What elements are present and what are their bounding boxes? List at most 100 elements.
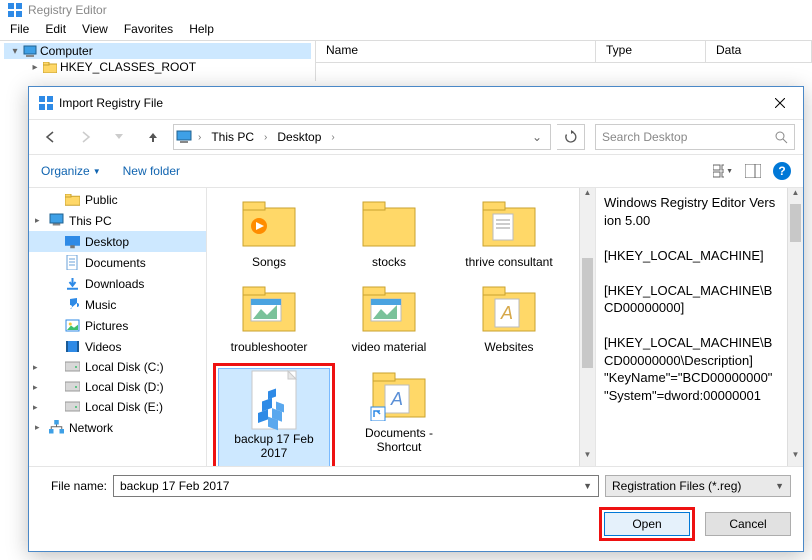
chevron-right-icon[interactable]: ▸ — [30, 62, 40, 73]
file-item[interactable]: thrive consultant — [453, 192, 565, 275]
refresh-button[interactable] — [557, 124, 585, 150]
preview-pane-button[interactable] — [743, 161, 763, 181]
folder-font-icon: A — [475, 281, 543, 337]
file-item[interactable]: troubleshooter — [213, 277, 325, 360]
crumb-this-pc[interactable]: This PC — [207, 130, 258, 144]
breadcrumb[interactable]: › This PC › Desktop › ⌄ — [173, 124, 551, 150]
pictures-icon — [65, 318, 80, 333]
chevron-right-icon[interactable]: ▸ — [35, 422, 40, 433]
view-options-button[interactable]: ▼ — [713, 161, 733, 181]
file-label: Songs — [252, 255, 286, 269]
nav-item-public[interactable]: Public — [29, 190, 206, 210]
tree-computer[interactable]: ▾ Computer — [4, 43, 311, 59]
close-button[interactable] — [763, 91, 797, 115]
documents-icon — [65, 255, 80, 270]
combo-dropdown-icon[interactable]: ▼ — [583, 481, 592, 491]
nav-item-network[interactable]: ▸Network — [29, 417, 206, 438]
file-label: backup 17 Feb 2017 — [221, 432, 327, 461]
file-list-scrollbar[interactable]: ▲ ▼ — [579, 188, 595, 466]
file-item[interactable]: Songs — [213, 192, 325, 275]
chevron-right-icon[interactable]: ▸ — [33, 382, 38, 393]
chevron-right-icon[interactable]: ▸ — [33, 402, 38, 413]
folder-pics-icon — [235, 281, 303, 337]
file-label: thrive consultant — [465, 255, 552, 269]
menu-view[interactable]: View — [82, 22, 108, 36]
menu-file[interactable]: File — [10, 22, 29, 36]
dialog-titlebar[interactable]: Import Registry File — [29, 87, 803, 119]
nav-item-pictures[interactable]: Pictures — [29, 315, 206, 336]
forward-button[interactable] — [71, 124, 99, 150]
chevron-right-icon[interactable]: › — [198, 132, 201, 143]
disk-icon — [65, 361, 80, 373]
nav-item-local-disk-c-[interactable]: ▸Local Disk (C:) — [29, 357, 206, 377]
file-item[interactable]: stocks — [333, 192, 445, 275]
preview-scrollbar[interactable]: ▲ ▼ — [787, 188, 803, 466]
file-label: Documents - Shortcut — [345, 426, 453, 455]
file-label: troubleshooter — [231, 340, 308, 354]
menu-edit[interactable]: Edit — [45, 22, 66, 36]
nav-item-this-pc[interactable]: ▸This PC — [29, 210, 206, 231]
nav-item-videos[interactable]: Videos — [29, 336, 206, 357]
up-button[interactable] — [139, 124, 167, 150]
chevron-right-icon[interactable]: › — [264, 132, 267, 143]
cancel-button[interactable]: Cancel — [705, 512, 791, 536]
preview-pane: Windows Registry Editor Version 5.00 [HK… — [595, 188, 803, 466]
help-button[interactable]: ? — [773, 162, 791, 180]
highlight-annotation: Open — [599, 507, 695, 541]
preview-text: Windows Registry Editor Version 5.00 [HK… — [604, 194, 795, 405]
dialog-bottom: File name: backup 17 Feb 2017 ▼ Registra… — [29, 467, 803, 551]
file-list[interactable]: ▲ ▼ Songs stocks thrive consultant troubles… — [207, 188, 595, 466]
new-folder-button[interactable]: New folder — [123, 164, 180, 178]
chevron-right-icon[interactable]: ▸ — [35, 215, 40, 226]
col-data[interactable]: Data — [706, 41, 812, 62]
breadcrumb-dropdown[interactable]: ⌄ — [526, 130, 548, 144]
nav-item-downloads[interactable]: Downloads — [29, 273, 206, 294]
file-item[interactable]: A Websites — [453, 277, 565, 360]
registry-editor-window: Registry Editor File Edit View Favorites… — [0, 0, 812, 81]
file-name-label: File name: — [41, 479, 107, 493]
regedit-small-icon — [39, 96, 53, 110]
combo-dropdown-icon[interactable]: ▼ — [775, 481, 784, 491]
folder-pics-icon — [355, 281, 423, 337]
tree-hkey-classes-root[interactable]: ▸ HKEY_CLASSES_ROOT — [4, 59, 311, 75]
col-type[interactable]: Type — [596, 41, 706, 62]
search-placeholder: Search Desktop — [602, 130, 687, 144]
file-type-combo[interactable]: Registration Files (*.reg) ▼ — [605, 475, 791, 497]
chevron-right-icon[interactable]: › — [331, 132, 334, 143]
regedit-icon — [8, 3, 22, 17]
pc-icon — [176, 130, 192, 144]
menu-help[interactable]: Help — [189, 22, 214, 36]
regedit-tree[interactable]: ▾ Computer ▸ HKEY_CLASSES_ROOT — [0, 41, 316, 81]
open-button[interactable]: Open — [604, 512, 690, 536]
folder-icon — [355, 196, 423, 252]
file-name-input[interactable]: backup 17 Feb 2017 ▼ — [113, 475, 599, 497]
regedit-menubar: File Edit View Favorites Help — [0, 20, 812, 41]
videos-icon — [65, 339, 80, 354]
import-dialog: Import Registry File › This PC › Desktop… — [28, 86, 804, 552]
menu-favorites[interactable]: Favorites — [124, 22, 173, 36]
nav-item-local-disk-e-[interactable]: ▸Local Disk (E:) — [29, 397, 206, 417]
file-label: video material — [352, 340, 427, 354]
chevron-down-icon[interactable]: ▾ — [10, 46, 20, 57]
file-item[interactable]: video material — [333, 277, 445, 360]
pc-icon — [49, 213, 64, 228]
regedit-columns: Name Type Data — [316, 41, 812, 63]
file-item[interactable]: backup 17 Feb 2017 — [218, 368, 330, 466]
back-button[interactable] — [37, 124, 65, 150]
recent-dropdown[interactable] — [105, 124, 133, 150]
nav-item-documents[interactable]: Documents — [29, 252, 206, 273]
organize-menu[interactable]: Organize ▼ — [41, 164, 101, 178]
regfile-icon — [240, 373, 308, 429]
nav-item-local-disk-d-[interactable]: ▸Local Disk (D:) — [29, 377, 206, 397]
chevron-right-icon[interactable]: ▸ — [33, 362, 38, 373]
nav-item-desktop[interactable]: Desktop — [29, 231, 206, 252]
folder-nav-tree[interactable]: Public▸This PCDesktopDocumentsDownloadsM… — [29, 188, 207, 466]
file-label: Websites — [484, 340, 533, 354]
nav-item-music[interactable]: Music — [29, 294, 206, 315]
svg-text:A: A — [390, 389, 403, 409]
col-name[interactable]: Name — [316, 41, 596, 62]
highlight-annotation: backup 17 Feb 2017 — [213, 363, 335, 466]
file-item[interactable]: A Documents - Shortcut — [343, 363, 455, 466]
crumb-desktop[interactable]: Desktop — [273, 130, 325, 144]
search-input[interactable]: Search Desktop — [595, 124, 795, 150]
